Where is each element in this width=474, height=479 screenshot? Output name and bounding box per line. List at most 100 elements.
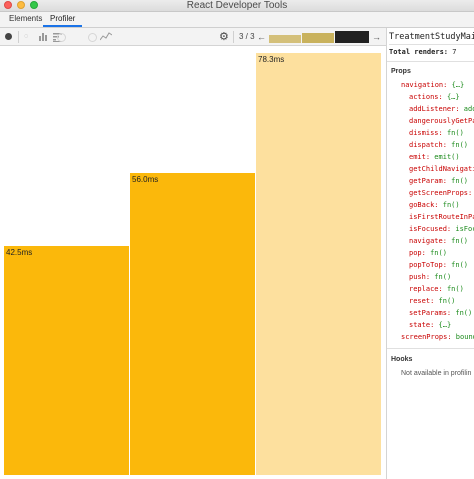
prop-value: fn() [455, 309, 473, 317]
devtools-tab-bar: Elements Profiler [0, 12, 474, 28]
prop-key: reset: [409, 297, 435, 305]
prop-key: emit: [409, 153, 431, 161]
settings-gear-icon[interactable]: ⚙ [219, 30, 229, 44]
prop-key: dismiss: [409, 129, 443, 137]
prop-value: fn() [446, 285, 464, 293]
prop-value: fn() [451, 141, 469, 149]
prop-value: isFocu [455, 225, 474, 233]
prop-value: fn() [451, 261, 469, 269]
prop-value: {…} [446, 93, 460, 101]
chart-bar-label: 56.0ms [132, 175, 159, 184]
prop-key: getParam: [409, 177, 447, 185]
hooks-header: Hooks [391, 356, 413, 363]
prop-key: navigation: [401, 81, 448, 89]
prop-key: getChildNavigatio [409, 165, 474, 173]
prop-value: fn() [451, 237, 469, 245]
divider [387, 61, 474, 62]
toolbar-divider [18, 31, 19, 43]
selected-component-name: TreatmentStudyMai [389, 28, 474, 45]
interactions-icon[interactable] [57, 33, 66, 42]
prop-row[interactable]: push: fn() [409, 273, 451, 281]
chart-bar[interactable]: 56.0ms [130, 173, 255, 475]
chart-timeline-icon[interactable] [99, 32, 113, 42]
divider [387, 348, 474, 349]
prop-key: replace: [409, 285, 443, 293]
chart-bar[interactable]: 42.5ms [4, 246, 129, 475]
prop-key: screenProps: [401, 333, 452, 341]
hooks-message: Not available in profilin [401, 370, 472, 377]
next-commit-button[interactable]: → [372, 32, 381, 42]
total-renders: Total renders: 7 [389, 48, 456, 56]
prop-row[interactable]: state: {…} [409, 321, 451, 329]
prop-row[interactable]: navigation: {…} [401, 81, 464, 89]
prop-key: setParams: [409, 309, 452, 317]
prop-value: {…} [451, 81, 465, 89]
prop-value: addL [463, 105, 474, 113]
prop-row[interactable]: dismiss: fn() [409, 129, 464, 137]
ranked-chart: 42.5ms 56.0ms 78.3ms [0, 46, 386, 479]
prop-row[interactable]: getScreenProps: f [409, 189, 474, 197]
commit-counter: 3 / 3 [239, 32, 255, 41]
prop-value: {…} [438, 321, 452, 329]
prop-value: fn() [434, 273, 452, 281]
reload-and-profile-icon[interactable]: ◌ [24, 32, 28, 42]
tab-profiler[interactable]: Profiler [43, 12, 83, 27]
component-details-panel: TreatmentStudyMai Total renders: 7 Props… [386, 28, 474, 479]
prop-row[interactable]: navigate: fn() [409, 237, 468, 245]
profiler-toolbar: ◌ ⚙ 3 / 3 ← → [0, 28, 386, 46]
prop-row[interactable]: dangerouslyGetPa [409, 117, 474, 125]
prop-value: fn() [446, 129, 464, 137]
toolbar-divider [233, 31, 234, 43]
prop-key: popToTop: [409, 261, 447, 269]
prop-row[interactable]: actions: {…} [409, 93, 460, 101]
prop-row[interactable]: reset: fn() [409, 297, 455, 305]
prop-row[interactable]: popToTop: fn() [409, 261, 468, 269]
prop-key: isFirstRouteInPa [409, 213, 474, 221]
prop-key: state: [409, 321, 435, 329]
devtools-window: React Developer Tools Elements Profiler … [0, 0, 474, 479]
flamegraph-icon[interactable] [38, 32, 47, 42]
prop-row[interactable]: isFocused: isFocu [409, 225, 474, 233]
prop-row[interactable]: dispatch: fn() [409, 141, 468, 149]
prop-row[interactable]: screenProps: bound [401, 333, 474, 341]
prop-value: emit() [434, 153, 460, 161]
prop-key: actions: [409, 93, 443, 101]
prop-key: navigate: [409, 237, 447, 245]
prop-row[interactable]: getParam: fn() [409, 177, 468, 185]
prop-value: bound [455, 333, 474, 341]
commit-bar-3-selected[interactable] [335, 31, 369, 43]
total-renders-value: 7 [452, 48, 457, 56]
prop-key: dangerouslyGetPa [409, 117, 474, 125]
props-header: Props [391, 68, 411, 75]
prop-key: dispatch: [409, 141, 447, 149]
prop-key: getScreenProps: [409, 189, 473, 197]
prop-row[interactable]: addListener: addL [409, 105, 474, 113]
title-bar: React Developer Tools [0, 0, 474, 12]
prop-row[interactable]: getChildNavigatio [409, 165, 474, 173]
prop-value: fn() [438, 297, 456, 305]
commit-bar-1[interactable] [269, 35, 301, 43]
prop-key: push: [409, 273, 431, 281]
window-title: React Developer Tools [186, 0, 288, 11]
prop-row[interactable]: emit: emit() [409, 153, 460, 161]
prop-value: fn() [430, 249, 447, 257]
prop-row[interactable]: replace: fn() [409, 285, 464, 293]
prop-key: addListener: [409, 105, 460, 113]
chart-bar-label: 78.3ms [258, 55, 285, 64]
prop-key: goBack: [409, 201, 439, 209]
prop-key: pop: [409, 249, 426, 257]
previous-commit-button[interactable]: ← [257, 32, 266, 42]
chart-bar-selected[interactable]: 78.3ms [256, 53, 381, 475]
prop-value: fn() [451, 177, 469, 185]
total-renders-label: Total renders: [389, 48, 449, 56]
prop-row[interactable]: pop: fn() [409, 249, 447, 257]
prop-row[interactable]: setParams: fn() [409, 309, 472, 317]
prop-key: isFocused: [409, 225, 452, 233]
chart-bar-label: 42.5ms [6, 248, 33, 257]
profiling-settings-icon[interactable] [88, 33, 97, 42]
prop-row[interactable]: isFirstRouteInPa [409, 213, 474, 221]
commit-bar-2[interactable] [302, 33, 334, 43]
prop-value: fn() [442, 201, 460, 209]
prop-row[interactable]: goBack: fn() [409, 201, 460, 209]
record-button[interactable] [5, 33, 12, 40]
